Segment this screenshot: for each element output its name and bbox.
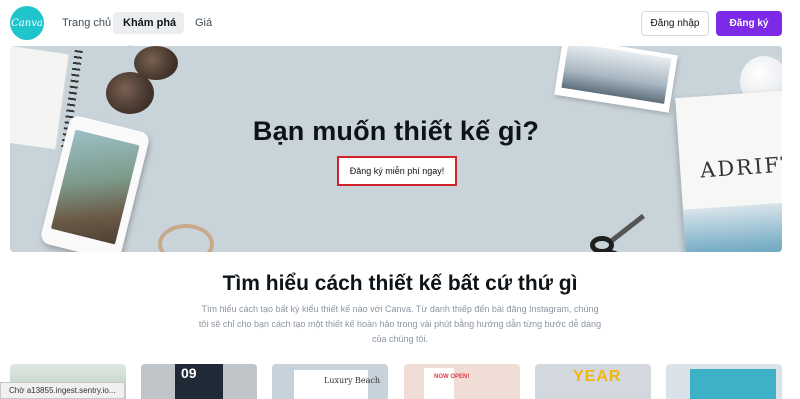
design-card[interactable]: 09 xyxy=(141,364,257,399)
hero-signup-free-button[interactable]: Đăng ký miễn phí ngay! xyxy=(337,156,457,186)
photo-decoration xyxy=(554,46,678,113)
login-button[interactable]: Đăng nhập xyxy=(641,11,709,36)
nav-link-explore-label: Khám phá xyxy=(123,17,177,29)
signup-button[interactable]: Đăng ký xyxy=(716,11,782,36)
magazine-sea-image xyxy=(682,202,782,252)
section-title: Tìm hiểu cách thiết kế bất cứ thứ gì xyxy=(222,272,578,295)
coil-decoration xyxy=(158,224,214,252)
design-card[interactable]: NOW OPEN! xyxy=(404,364,520,399)
nav-link-pricing[interactable]: Giá xyxy=(195,12,212,34)
logo-text: Canva xyxy=(11,17,43,29)
nav-link-home[interactable]: Trang chủ xyxy=(62,12,111,34)
hero-cta-label: Đăng ký miễn phí ngay! xyxy=(349,166,445,176)
design-card[interactable] xyxy=(666,364,782,399)
browser-status-bar: Chờ a13855.ingest.sentry.io... xyxy=(0,382,125,399)
section-description: Tìm hiểu cách tạo bất kỳ kiểu thiết kế n… xyxy=(198,304,602,344)
magazine-title: ADRIFT xyxy=(699,151,782,183)
top-navbar: Canva Trang chủ Khám phá ⌄ Giá Đăng nhập… xyxy=(0,0,800,50)
hero-title: Bạn muốn thiết kế gì? xyxy=(252,116,540,146)
magazine-decoration: ADRIFT xyxy=(675,90,782,252)
design-card[interactable]: YEAR xyxy=(535,364,651,399)
canva-logo[interactable]: Canva xyxy=(10,6,44,40)
nav-link-explore[interactable]: Khám phá ⌄ xyxy=(113,12,184,50)
design-card[interactable]: Luxury Beach xyxy=(272,364,388,399)
card-text: YEAR xyxy=(573,368,622,385)
card-text: NOW OPEN! xyxy=(434,374,470,380)
card-text: Luxury Beach xyxy=(324,376,381,385)
hero-banner: ADRIFT Bạn muốn thiết kế gì? Đăng ký miễ… xyxy=(10,46,782,252)
scissors-icon xyxy=(590,213,650,252)
card-text: 09 xyxy=(181,365,197,381)
pinecone-decoration xyxy=(106,72,154,114)
